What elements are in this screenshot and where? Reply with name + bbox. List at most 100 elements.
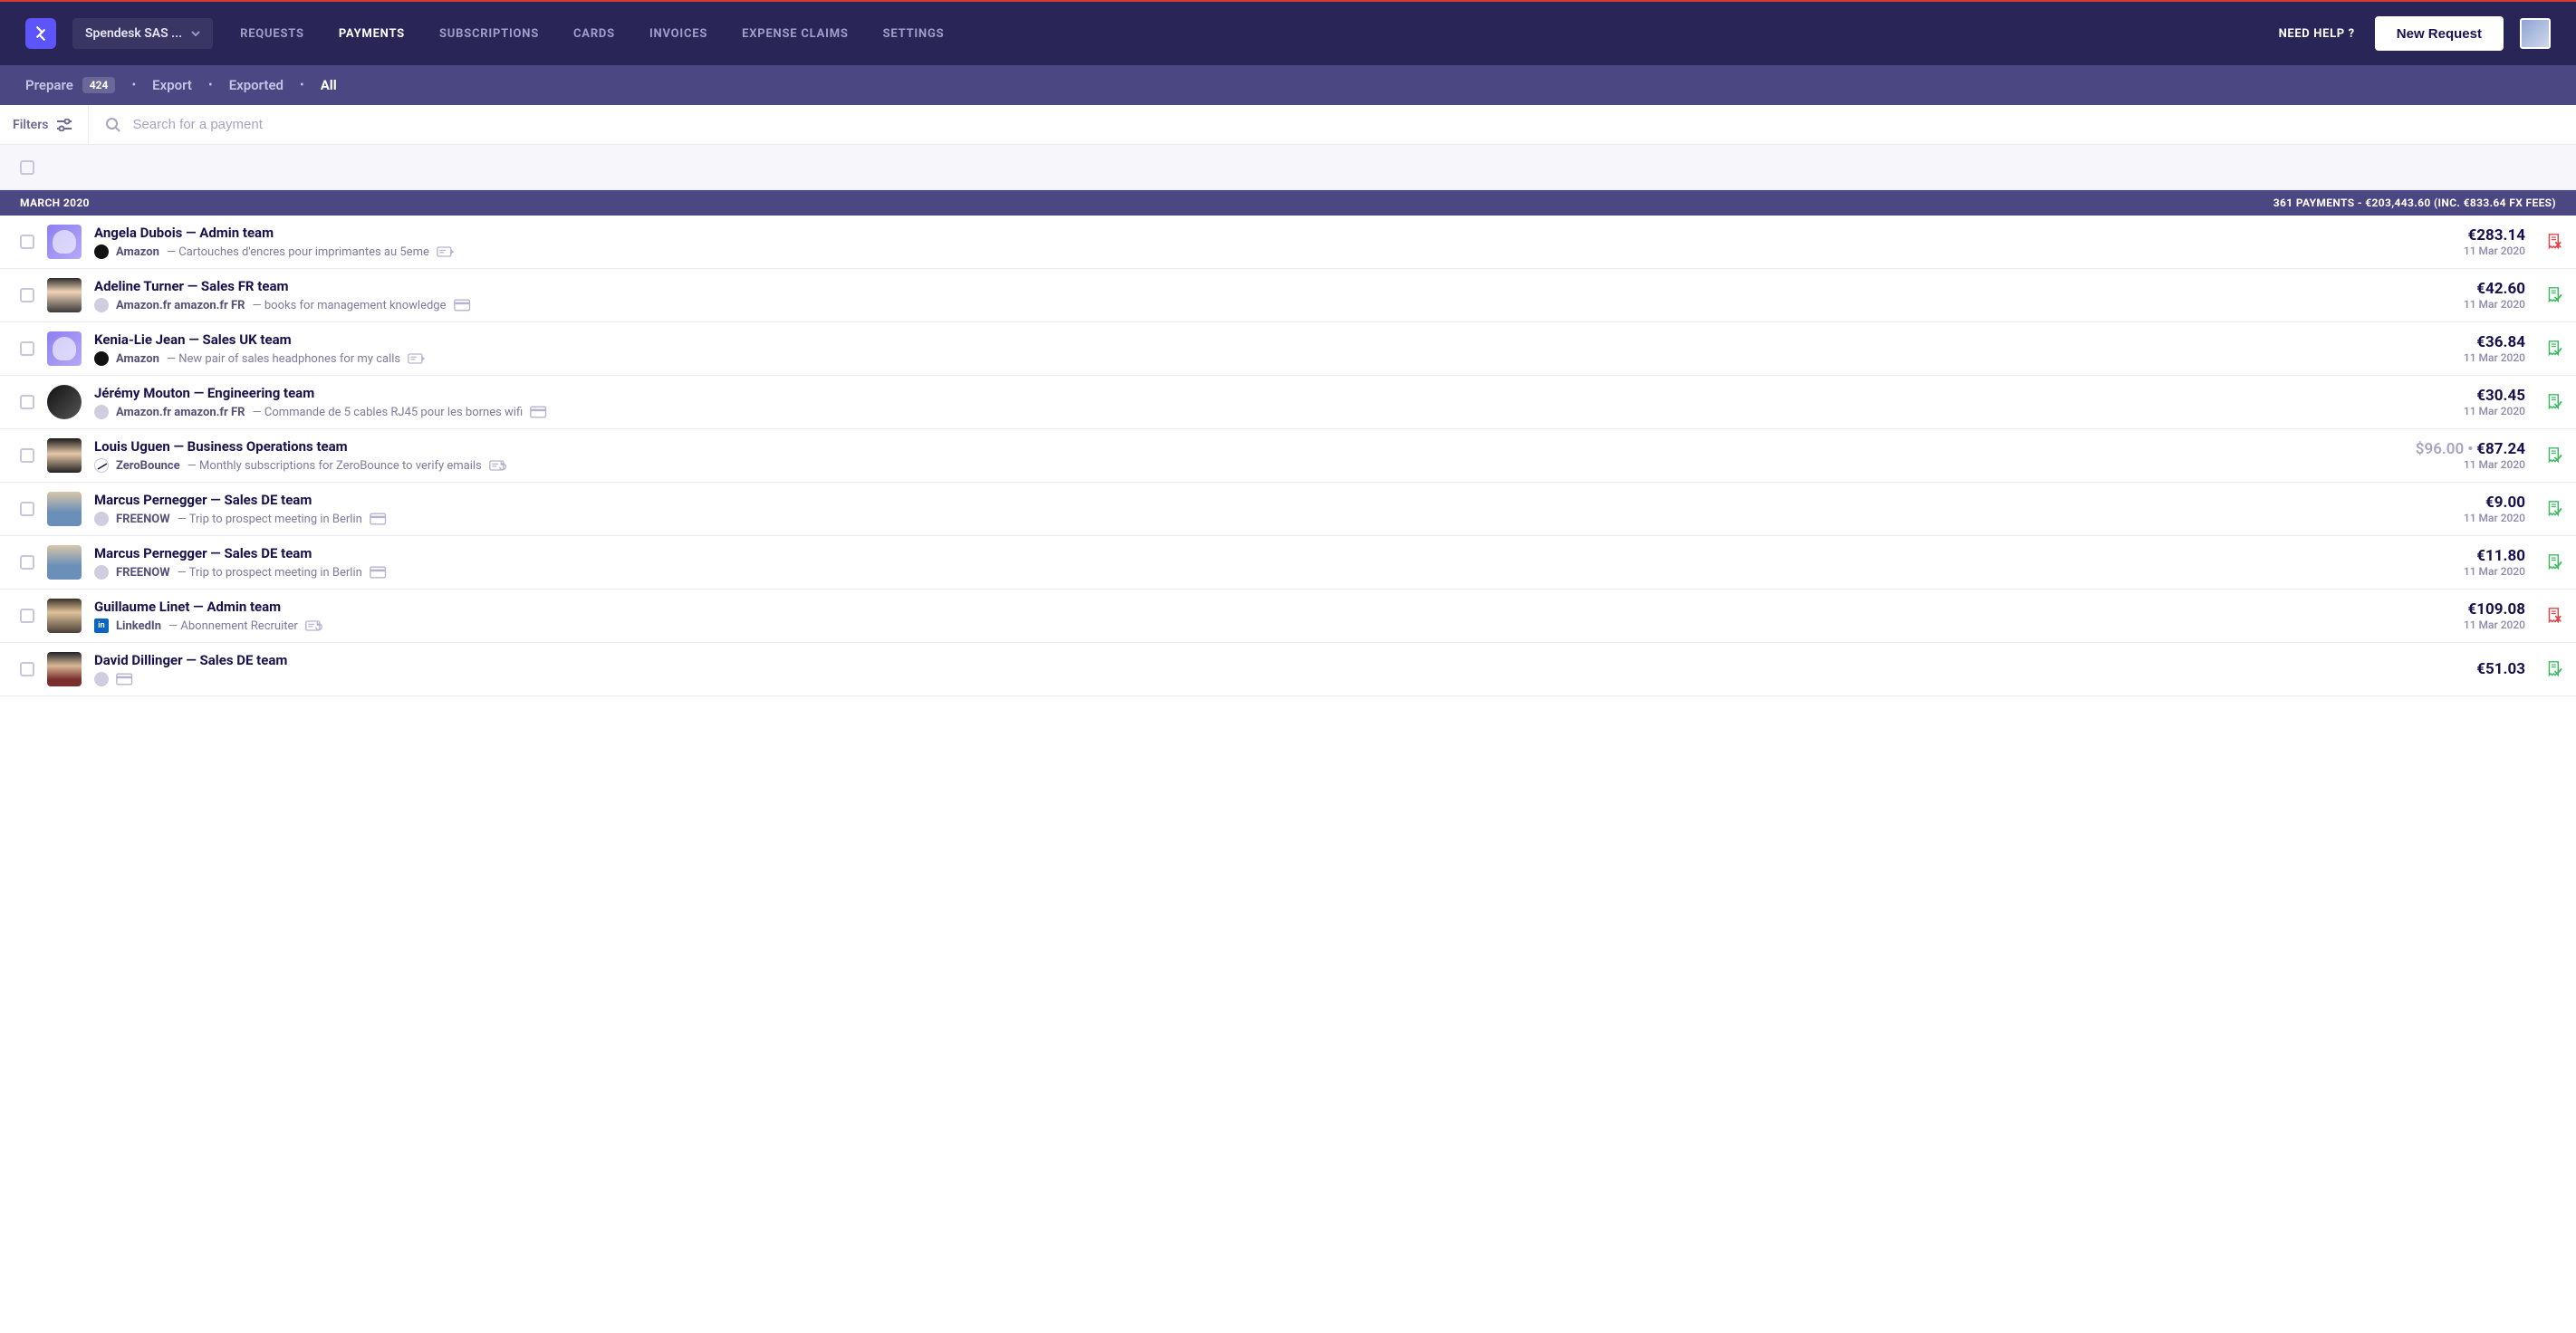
merchant-logo-icon: in [94, 619, 109, 633]
filters-button[interactable]: Filters [0, 105, 89, 144]
merchant-name: FREENOW [116, 513, 170, 526]
payment-row[interactable]: Adeline Turner — Sales FR team Amazon.fr … [0, 269, 2576, 322]
filter-bar: Filters [0, 105, 2576, 145]
row-main: Kenia-Lie Jean — Sales UK teamAmazon— Ne… [94, 331, 2451, 366]
search-input[interactable] [132, 117, 2576, 132]
tag-icon [370, 513, 388, 525]
row-main: David Dillinger — Sales DE team [94, 652, 2464, 686]
receipt-status-icon [2547, 501, 2563, 517]
row-main: Louis Uguen — Business Operations team Ze… [94, 438, 2403, 473]
row-main: Marcus Pernegger — Sales DE team FREENOW—… [94, 492, 2451, 526]
user-avatar[interactable] [2520, 18, 2551, 49]
filters-label: Filters [13, 118, 48, 132]
user-avatar [47, 492, 82, 526]
tag-icon [437, 245, 455, 258]
tag-icon [408, 352, 426, 365]
row-amount: €109.08 [2464, 600, 2525, 619]
nav-requests[interactable]: REQUESTS [240, 27, 304, 41]
subnav-prepare-label: Prepare [25, 77, 73, 93]
merchant-name: Amazon [116, 352, 159, 366]
nav-cards[interactable]: CARDS [573, 27, 615, 41]
tag-icon [116, 673, 134, 686]
separator-dot: • [300, 78, 304, 92]
row-date: 11 Mar 2020 [2464, 298, 2525, 311]
account-switcher[interactable]: Spendesk SAS ... [72, 18, 213, 49]
app-logo[interactable] [25, 18, 56, 49]
row-subtitle: Amazon— Cartouches d'encres pour imprima… [94, 245, 2451, 259]
select-all-checkbox[interactable] [20, 160, 34, 175]
chevron-down-icon [191, 31, 200, 36]
row-description: — Commande de 5 cables RJ45 pour les bor… [253, 406, 524, 419]
row-date: 11 Mar 2020 [2464, 245, 2525, 257]
row-checkbox[interactable] [20, 662, 34, 676]
row-checkbox[interactable] [20, 502, 34, 516]
merchant-logo-icon [94, 512, 109, 526]
row-title: Marcus Pernegger — Sales DE team [94, 545, 2451, 561]
user-avatar [47, 278, 82, 312]
row-checkbox[interactable] [20, 448, 34, 463]
subnav-export[interactable]: Export [152, 77, 192, 93]
tag-icon [305, 619, 323, 632]
payment-row[interactable]: Louis Uguen — Business Operations team Ze… [0, 429, 2576, 483]
row-subtitle: Amazon.fr amazon.fr FR— books for manage… [94, 298, 2451, 312]
row-title: Adeline Turner — Sales FR team [94, 278, 2451, 294]
payment-row[interactable]: David Dillinger — Sales DE team€51.03 [0, 643, 2576, 696]
payment-row[interactable]: Angela Dubois — Admin teamAmazon— Cartou… [0, 216, 2576, 269]
nav-expense-claims[interactable]: EXPENSE CLAIMS [742, 27, 848, 41]
payment-row[interactable]: Jérémy Mouton — Engineering team Amazon.f… [0, 376, 2576, 429]
row-description: — Monthly subscriptions for ZeroBounce t… [187, 459, 482, 473]
payment-row[interactable]: Kenia-Lie Jean — Sales UK teamAmazon— Ne… [0, 322, 2576, 376]
row-checkbox[interactable] [20, 235, 34, 249]
row-main: Marcus Pernegger — Sales DE teamFREENOW—… [94, 545, 2451, 580]
receipt-status-icon [2547, 287, 2563, 303]
need-help-link[interactable]: NEED HELP ? [2279, 27, 2355, 41]
subnav-exported[interactable]: Exported [229, 77, 284, 93]
payment-row[interactable]: Marcus Pernegger — Sales DE team FREENOW—… [0, 483, 2576, 536]
row-amount: €30.45 [2464, 387, 2525, 405]
nav: REQUESTS PAYMENTS SUBSCRIPTIONS CARDS IN… [240, 27, 2278, 41]
row-subtitle: FREENOW— Trip to prospect meeting in Ber… [94, 512, 2451, 526]
row-right: €36.8411 Mar 2020 [2464, 333, 2525, 364]
search-icon [105, 117, 121, 133]
user-avatar [47, 652, 82, 686]
row-checkbox[interactable] [20, 288, 34, 302]
nav-settings[interactable]: SETTINGS [883, 27, 945, 41]
row-date: 11 Mar 2020 [2464, 565, 2525, 578]
receipt-status-icon [2547, 608, 2563, 624]
row-right: €9.0011 Mar 2020 [2464, 494, 2525, 524]
row-checkbox[interactable] [20, 555, 34, 570]
row-description: — books for management knowledge [253, 299, 447, 312]
row-checkbox[interactable] [20, 609, 34, 623]
new-request-button[interactable]: New Request [2375, 16, 2504, 51]
subnav-all[interactable]: All [321, 77, 337, 93]
row-title: Marcus Pernegger — Sales DE team [94, 492, 2451, 508]
row-checkbox[interactable] [20, 395, 34, 409]
row-right: €283.1411 Mar 2020 [2464, 226, 2525, 257]
row-main: Angela Dubois — Admin teamAmazon— Cartou… [94, 225, 2451, 259]
payment-row[interactable]: Guillaume Linet — Admin teaminLinkedIn— … [0, 590, 2576, 643]
row-subtitle: ZeroBounce — Monthly subscriptions for Ze… [94, 458, 2403, 473]
row-title: Jérémy Mouton — Engineering team [94, 385, 2451, 401]
row-subtitle: Amazon — New pair of sales headphones for… [94, 351, 2451, 366]
merchant-logo-icon [94, 245, 109, 259]
row-description: — Abonnement Recruiter [168, 619, 298, 633]
merchant-name: ZeroBounce [116, 459, 180, 473]
payment-row[interactable]: Marcus Pernegger — Sales DE teamFREENOW—… [0, 536, 2576, 590]
row-title: Louis Uguen — Business Operations team [94, 438, 2403, 455]
row-right: €109.0811 Mar 2020 [2464, 600, 2525, 631]
merchant-logo-icon [94, 565, 109, 580]
row-main: Jérémy Mouton — Engineering team Amazon.f… [94, 385, 2451, 419]
row-description: — New pair of sales headphones for my ca… [167, 352, 400, 366]
subnav-prepare[interactable]: Prepare 424 [25, 77, 115, 93]
nav-invoices[interactable]: INVOICES [649, 27, 707, 41]
month-label: MARCH 2020 [20, 197, 90, 209]
merchant-logo-icon [94, 351, 109, 366]
subnav: Prepare 424 • Export • Exported • All [0, 65, 2576, 105]
nav-payments[interactable]: PAYMENTS [339, 27, 405, 41]
row-subtitle: Amazon.fr amazon.fr FR— Commande de 5 ca… [94, 405, 2451, 419]
row-main: Adeline Turner — Sales FR team Amazon.fr … [94, 278, 2451, 312]
separator-dot: • [208, 78, 213, 92]
nav-subscriptions[interactable]: SUBSCRIPTIONS [439, 27, 539, 41]
row-amount: €283.14 [2464, 226, 2525, 245]
row-checkbox[interactable] [20, 341, 34, 356]
